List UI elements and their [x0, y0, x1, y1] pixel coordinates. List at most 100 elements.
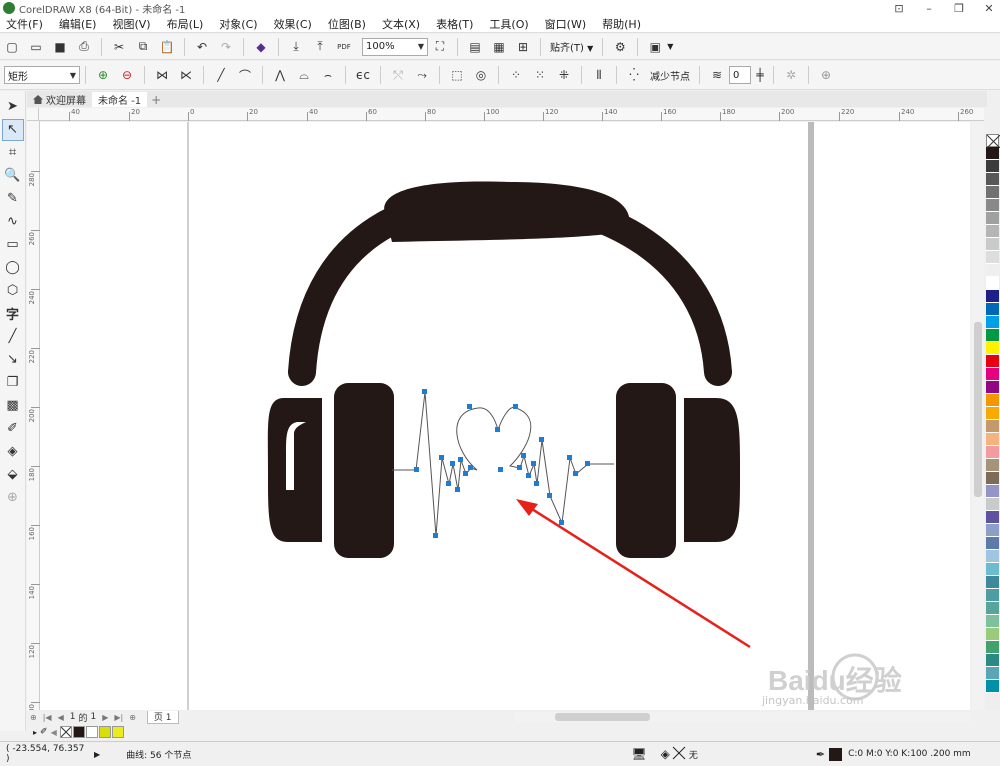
palette-swatch[interactable] — [986, 563, 999, 576]
node-handle[interactable] — [547, 493, 552, 498]
to-curve-icon[interactable]: ⌒ — [235, 65, 255, 85]
palette-swatch[interactable] — [986, 459, 999, 472]
node-handle[interactable] — [573, 471, 578, 476]
node-handle[interactable] — [414, 467, 419, 472]
palette-swatch[interactable] — [986, 446, 999, 459]
palette-swatch[interactable] — [986, 251, 999, 264]
zoom-level-select[interactable]: 100% ▼ — [362, 37, 428, 56]
redo-icon[interactable]: ↷ — [216, 37, 236, 57]
new-tab-icon[interactable]: + — [147, 92, 165, 107]
palette-swatch[interactable] — [986, 316, 999, 329]
vertical-ruler[interactable]: 280260240220200180160140120100 — [27, 121, 40, 717]
right-ear-cushion[interactable] — [684, 398, 740, 542]
palette-swatch[interactable] — [986, 511, 999, 524]
close-curve-icon[interactable]: ⬚ — [447, 65, 467, 85]
palette-swatch[interactable] — [986, 355, 999, 368]
drop-shadow-icon[interactable]: ❐ — [2, 372, 24, 394]
page-tab[interactable]: 页 1 — [146, 710, 179, 724]
palette-swatch[interactable] — [986, 576, 999, 589]
curve-smoothness-input[interactable]: 0 — [729, 66, 751, 84]
palette-swatch[interactable] — [986, 381, 999, 394]
import-icon[interactable]: ⤓ — [286, 37, 306, 57]
palette-scroll-left-icon[interactable]: ◀ — [51, 728, 57, 737]
selection-mode-select[interactable]: 矩形 ▼ — [4, 66, 80, 84]
node-handle[interactable] — [468, 465, 473, 470]
next-page-icon[interactable]: ▶ — [99, 713, 111, 722]
node-handle[interactable] — [531, 461, 536, 466]
save-icon[interactable]: ■ — [50, 37, 70, 57]
open-icon[interactable]: ▭ — [26, 37, 46, 57]
curve-nodes[interactable] — [414, 389, 590, 538]
left-earcup[interactable] — [334, 383, 394, 558]
add-node-icon[interactable]: ⊕ — [93, 65, 113, 85]
application-launcher-icon[interactable]: ▣ — [645, 37, 665, 57]
text-tool-icon[interactable]: 字 — [2, 303, 24, 325]
node-handle[interactable] — [521, 453, 526, 458]
tab-welcome-screen[interactable]: 欢迎屏幕 — [27, 92, 92, 107]
status-expand-icon[interactable]: ▶ — [94, 750, 100, 759]
palette-swatch[interactable] — [986, 186, 999, 199]
transparency-tool-icon[interactable]: ▩ — [2, 395, 24, 417]
artistic-media-icon[interactable]: ∿ — [2, 211, 24, 233]
palette-swatch[interactable] — [986, 290, 999, 303]
palette-swatch[interactable] — [986, 472, 999, 485]
doc-swatch-yellow[interactable] — [111, 726, 124, 738]
palette-swatch[interactable] — [986, 550, 999, 563]
menu-view[interactable]: 视图(V) — [112, 16, 150, 32]
left-ear-cushion[interactable] — [267, 398, 322, 542]
smart-fill-icon[interactable]: ⬙ — [2, 464, 24, 486]
rectangle-tool-icon[interactable]: ▭ — [2, 234, 24, 256]
polygon-tool-icon[interactable]: ⬡ — [2, 280, 24, 302]
add-page-before-icon[interactable]: ⊕ — [27, 713, 40, 722]
cusp-node-icon[interactable]: ⋀ — [270, 65, 290, 85]
doc-swatch-white[interactable] — [85, 726, 98, 738]
node-handle[interactable] — [455, 487, 460, 492]
align-nodes-icon[interactable]: ⁜ — [554, 65, 574, 85]
palette-swatch[interactable] — [986, 498, 999, 511]
add-tool-icon[interactable]: ⊕ — [2, 487, 24, 509]
drawing-canvas[interactable]: jingyan.baidu.com Baidu经验 — [40, 122, 970, 710]
connector-tool-icon[interactable]: ↘ — [2, 349, 24, 371]
menu-table[interactable]: 表格(T) — [436, 16, 473, 32]
menu-edit[interactable]: 编辑(E) — [59, 16, 97, 32]
menu-bitmaps[interactable]: 位图(B) — [328, 16, 366, 32]
pick-tool-icon[interactable]: ➤ — [2, 96, 24, 118]
palette-swatch[interactable] — [986, 667, 999, 680]
smooth-node-icon[interactable]: ⌓ — [294, 65, 314, 85]
reverse-direction-icon[interactable]: ϵϲ — [353, 65, 373, 85]
eyedropper-icon[interactable]: ✐ — [2, 418, 24, 440]
menu-tools[interactable]: 工具(O) — [489, 16, 528, 32]
menu-text[interactable]: 文本(X) — [382, 16, 420, 32]
horizontal-scrollbar[interactable] — [515, 712, 970, 722]
node-handle[interactable] — [517, 465, 522, 470]
maximize-button[interactable]: ❐ — [952, 2, 966, 15]
previous-page-icon[interactable]: ◀ — [55, 713, 67, 722]
menu-window[interactable]: 窗口(W) — [545, 16, 586, 32]
parallel-dimension-icon[interactable]: ╱ — [2, 326, 24, 348]
select-all-nodes-icon[interactable]: ⁛ — [624, 65, 644, 85]
doc-swatch-yellow-green[interactable] — [98, 726, 111, 738]
palette-swatch[interactable] — [986, 160, 999, 173]
to-line-icon[interactable]: ╱ — [211, 65, 231, 85]
palette-swatch[interactable] — [986, 329, 999, 342]
symmetrical-node-icon[interactable]: ⌢ — [318, 65, 338, 85]
node-handle[interactable] — [458, 457, 463, 462]
publish-pdf-icon[interactable]: PDF — [334, 37, 354, 57]
export-icon[interactable]: ⤒ — [310, 37, 330, 57]
vertical-scrollbar[interactable] — [972, 122, 984, 710]
node-handle[interactable] — [498, 467, 503, 472]
ellipse-tool-icon[interactable]: ◯ — [2, 257, 24, 279]
no-color-swatch[interactable] — [986, 134, 1000, 149]
palette-swatch[interactable] — [986, 212, 999, 225]
palette-swatch[interactable] — [986, 680, 999, 693]
palette-swatch[interactable] — [986, 277, 999, 290]
palette-swatch[interactable] — [986, 394, 999, 407]
node-handle[interactable] — [526, 473, 531, 478]
cut-icon[interactable]: ✂ — [109, 37, 129, 57]
node-handle[interactable] — [534, 481, 539, 486]
node-handle[interactable] — [495, 427, 500, 432]
palette-swatch[interactable] — [986, 485, 999, 498]
node-handle[interactable] — [467, 404, 472, 409]
node-handle[interactable] — [463, 471, 468, 476]
palette-swatch[interactable] — [986, 589, 999, 602]
